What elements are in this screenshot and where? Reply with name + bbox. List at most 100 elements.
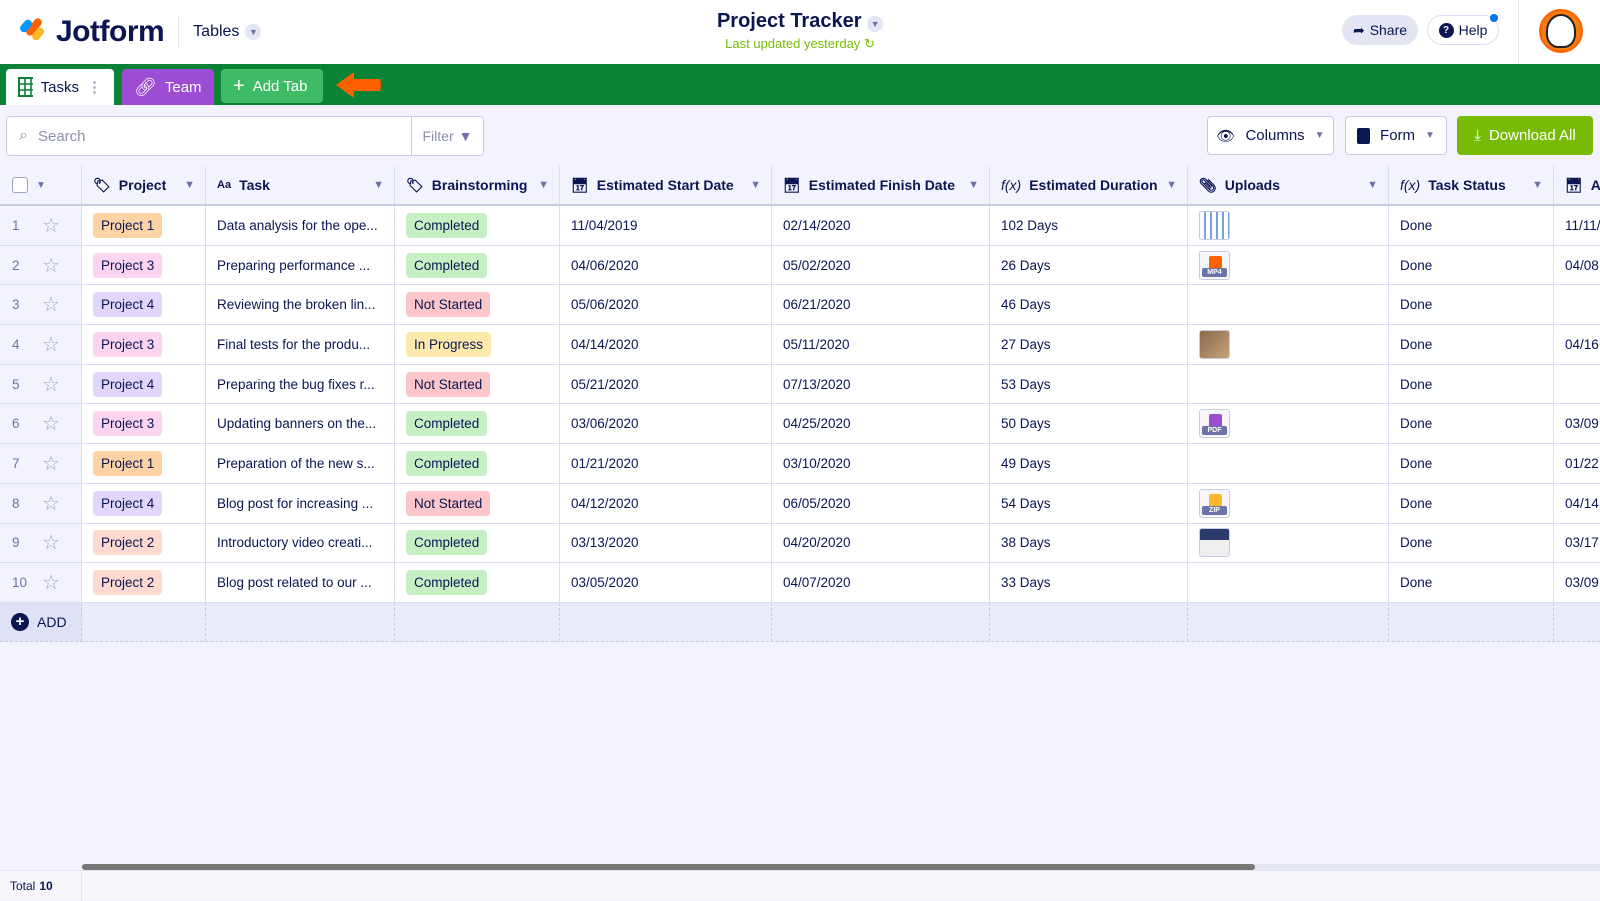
star-icon[interactable]: ☆ (42, 451, 60, 476)
column-header-task-status[interactable]: f(x) Task Status ▼ (1389, 166, 1554, 204)
uploads-cell[interactable]: PDF (1188, 404, 1389, 444)
status-badge[interactable]: Not Started (406, 490, 491, 516)
star-icon[interactable]: ☆ (42, 332, 60, 357)
task-cell[interactable]: Introductory video creati... (206, 523, 395, 563)
task-cell[interactable]: Reviewing the broken lin... (206, 285, 395, 325)
task-cell[interactable]: Final tests for the produ... (206, 325, 395, 364)
column-header-finish-date[interactable]: 📅︎ Estimated Finish Date ▼ (772, 166, 990, 204)
uploads-cell[interactable] (1188, 563, 1389, 602)
uploads-cell[interactable] (1188, 285, 1389, 325)
table-row[interactable]: 2 ☆ Project 3 Preparing performance ... C… (0, 245, 1600, 286)
star-icon[interactable]: ☆ (42, 372, 60, 397)
project-tag[interactable]: Project 1 (93, 450, 163, 476)
status-badge[interactable]: In Progress (406, 331, 492, 357)
table-row[interactable]: 4 ☆ Project 3 Final tests for the produ..… (0, 325, 1600, 365)
filter-button[interactable]: Filter ▼ (411, 117, 483, 155)
chevron-down-icon[interactable]: ▼ (538, 179, 549, 191)
finish-date-cell[interactable]: 06/21/2020 (772, 285, 990, 325)
table-row[interactable]: 1 ☆ Project 1 Data analysis for the ope..… (0, 206, 1600, 246)
form-button[interactable]: Form ▼ (1345, 116, 1447, 155)
project-tag[interactable]: Project 4 (93, 490, 163, 516)
task-cell[interactable]: Preparing the bug fixes r... (206, 364, 395, 404)
project-tag[interactable]: Project 1 (93, 212, 163, 238)
partial-date-cell[interactable] (1554, 285, 1600, 324)
status-badge[interactable]: Completed (406, 530, 488, 556)
finish-date-cell[interactable]: 04/25/2020 (772, 404, 990, 444)
partial-date-cell[interactable] (1554, 365, 1600, 404)
help-button[interactable]: ? Help (1427, 15, 1499, 45)
finish-date-cell[interactable]: 02/14/2020 (772, 206, 990, 245)
image-thumbnail[interactable] (1199, 528, 1230, 558)
column-header-duration[interactable]: f(x) Estimated Duration ▼ (990, 166, 1188, 204)
table-row[interactable]: 8 ☆ Project 4 Blog post for increasing ..… (0, 483, 1600, 524)
partial-date-cell[interactable]: 11/11/ (1554, 206, 1600, 245)
status-badge[interactable]: Completed (406, 450, 488, 476)
finish-date-cell[interactable]: 04/20/2020 (772, 523, 990, 563)
star-icon[interactable]: ☆ (42, 253, 60, 278)
project-tag[interactable]: Project 2 (93, 570, 163, 596)
task-cell[interactable]: Data analysis for the ope... (206, 206, 395, 245)
partial-date-cell[interactable]: 04/08 (1554, 246, 1600, 285)
status-badge[interactable]: Completed (406, 411, 488, 437)
star-icon[interactable]: ☆ (42, 292, 60, 317)
table-row[interactable]: 3 ☆ Project 4 Reviewing the broken lin...… (0, 285, 1600, 326)
project-tag[interactable]: Project 3 (93, 252, 163, 278)
image-thumbnail[interactable] (1199, 329, 1230, 359)
uploads-cell[interactable] (1188, 364, 1389, 404)
chevron-down-icon[interactable]: ▼ (1166, 179, 1177, 191)
chevron-down-icon[interactable]: ▼ (750, 179, 761, 191)
column-header-start-date[interactable]: 📅︎ Estimated Start Date ▼ (560, 166, 772, 204)
task-cell[interactable]: Blog post for increasing ... (206, 483, 395, 523)
chevron-down-icon[interactable]: ▼ (1367, 179, 1378, 191)
uploads-cell[interactable] (1188, 523, 1389, 563)
tab-team[interactable]: 🔗︎ Team (122, 69, 214, 105)
partial-date-cell[interactable]: 04/14 (1554, 484, 1600, 523)
status-badge[interactable]: Completed (406, 570, 488, 596)
columns-button[interactable]: 👁︎ Columns ▼ (1207, 116, 1334, 155)
start-date-cell[interactable]: 04/06/2020 (560, 245, 772, 285)
select-all-checkbox[interactable] (12, 177, 28, 193)
table-row[interactable]: 6 ☆ Project 3 Updating banners on the... … (0, 404, 1600, 445)
chevron-down-icon[interactable]: ▼ (36, 180, 46, 191)
project-tag[interactable]: Project 2 (93, 530, 163, 556)
file-thumbnail-zip[interactable]: ZIP (1199, 488, 1230, 518)
status-badge[interactable]: Not Started (406, 292, 491, 318)
table-row[interactable]: 5 ☆ Project 4 Preparing the bug fixes r..… (0, 364, 1600, 405)
uploads-cell[interactable] (1188, 325, 1389, 364)
star-icon[interactable]: ☆ (42, 411, 60, 436)
add-tab-button[interactable]: + Add Tab (221, 69, 323, 103)
table-row[interactable]: 9 ☆ Project 2 Introductory video creati..… (0, 523, 1600, 564)
start-date-cell[interactable]: 03/13/2020 (560, 523, 772, 563)
task-cell[interactable]: Preparation of the new s... (206, 444, 395, 483)
column-header-task[interactable]: Aa Task ▼ (206, 166, 395, 204)
file-thumbnail-mp4[interactable]: MP4 (1199, 250, 1230, 280)
start-date-cell[interactable]: 04/14/2020 (560, 325, 772, 364)
finish-date-cell[interactable]: 05/02/2020 (772, 245, 990, 285)
finish-date-cell[interactable]: 05/11/2020 (772, 325, 990, 364)
start-date-cell[interactable]: 03/05/2020 (560, 563, 772, 602)
task-cell[interactable]: Updating banners on the... (206, 404, 395, 444)
uploads-cell[interactable] (1188, 444, 1389, 483)
finish-date-cell[interactable]: 07/13/2020 (772, 364, 990, 404)
partial-date-cell[interactable]: 03/09 (1554, 563, 1600, 602)
chevron-down-icon[interactable]: ▼ (968, 179, 979, 191)
status-badge[interactable]: Completed (406, 252, 488, 278)
start-date-cell[interactable]: 04/12/2020 (560, 483, 772, 523)
start-date-cell[interactable]: 01/21/2020 (560, 444, 772, 483)
table-row[interactable]: 10 ☆ Project 2 Blog post related to our .… (0, 563, 1600, 603)
finish-date-cell[interactable]: 03/10/2020 (772, 444, 990, 483)
finish-date-cell[interactable]: 04/07/2020 (772, 563, 990, 602)
project-tag[interactable]: Project 4 (93, 371, 163, 397)
chevron-down-icon[interactable]: ▼ (373, 179, 384, 191)
star-icon[interactable]: ☆ (42, 213, 60, 238)
start-date-cell[interactable]: 11/04/2019 (560, 206, 772, 245)
start-date-cell[interactable]: 05/06/2020 (560, 285, 772, 325)
star-icon[interactable]: ☆ (42, 491, 60, 516)
project-tag[interactable]: Project 4 (93, 292, 163, 318)
more-vertical-icon[interactable]: ⋮ (87, 78, 102, 96)
task-cell[interactable]: Blog post related to our ... (206, 563, 395, 602)
search-input[interactable] (37, 127, 368, 145)
uploads-cell[interactable] (1188, 206, 1389, 245)
share-button[interactable]: ➦ Share (1342, 15, 1418, 45)
add-row-button[interactable]: + ADD (0, 602, 82, 641)
